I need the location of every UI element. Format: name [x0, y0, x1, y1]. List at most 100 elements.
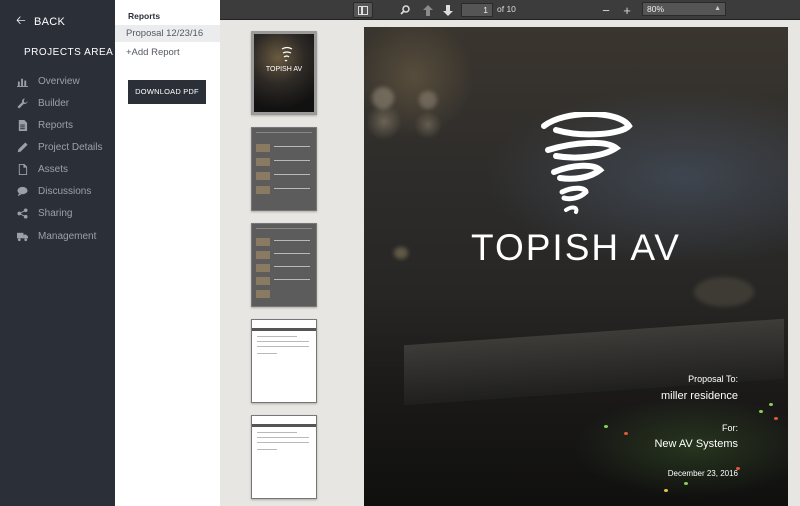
pdf-page-cover: TOPISH AV Proposal To: miller residence … — [364, 27, 788, 506]
back-button[interactable]: 🡠 BACK — [16, 11, 65, 32]
thumb-text-line — [257, 442, 309, 443]
thumb-header — [252, 424, 316, 427]
thumb-text-line — [257, 432, 297, 433]
report-item-proposal[interactable]: Proposal 12/23/16 — [115, 25, 220, 42]
truck-icon — [16, 230, 28, 242]
bokeh-light — [419, 91, 437, 109]
thumb-text-line — [274, 266, 310, 267]
thumb-text-line — [274, 174, 310, 175]
thumb-header — [256, 228, 312, 229]
add-report-link[interactable]: +Add Report — [126, 47, 180, 58]
nav-item-project-details[interactable]: Project Details — [16, 138, 102, 156]
page-thumbnail-3[interactable] — [251, 223, 317, 307]
nav-item-label: Sharing — [38, 207, 73, 219]
thumb-text-line — [274, 188, 310, 189]
pencil-icon — [16, 141, 28, 153]
console-led — [604, 425, 608, 428]
pdf-viewer: 1 of 10 − + 80% ▲ TOPISH AV TOPISH AV Pr… — [220, 0, 800, 506]
console-led — [624, 432, 628, 435]
zoom-select[interactable]: 80% ▲ — [642, 2, 726, 16]
plus-icon: + — [623, 2, 631, 18]
nav-item-label: Overview — [38, 75, 80, 87]
nav-item-discussions[interactable]: Discussions — [16, 182, 91, 200]
console-led — [759, 410, 763, 413]
document-icon — [16, 119, 28, 131]
thumb-text-line — [274, 253, 310, 254]
nav-item-label: Management — [38, 230, 97, 242]
tornado-logo-thumb-icon — [281, 46, 293, 62]
page-count-label: of 10 — [497, 4, 516, 14]
reports-panel: Reports Proposal 12/23/16 +Add Report DO… — [115, 0, 220, 506]
thumb-image — [256, 264, 270, 272]
nav-item-label: Assets — [38, 163, 69, 175]
console-led — [774, 417, 778, 420]
thumb-text-line — [274, 160, 310, 161]
nav-item-reports[interactable]: Reports — [16, 116, 73, 134]
next-page-button[interactable] — [441, 2, 455, 18]
sidebar-toggle-icon — [358, 5, 368, 15]
console-led — [736, 467, 740, 470]
thumb-text-line — [257, 346, 309, 347]
thumb-image — [256, 238, 270, 246]
page-number-input[interactable]: 1 — [461, 3, 493, 17]
chart-icon — [16, 75, 28, 87]
page-thumbnail-4[interactable] — [251, 319, 317, 403]
zoom-out-button[interactable]: − — [600, 2, 612, 18]
pdf-toolbar: 1 of 10 − + 80% ▲ — [220, 0, 800, 20]
thumb-text-line — [274, 279, 310, 280]
page-thumbnail-5[interactable] — [251, 415, 317, 499]
bokeh-light — [694, 277, 754, 307]
wrench-icon — [16, 97, 28, 109]
tornado-logo-icon — [541, 112, 633, 214]
thumb-image — [256, 144, 270, 152]
company-name: New AV Systems — [654, 438, 738, 450]
share-icon — [16, 207, 28, 219]
nav-item-management[interactable]: Management — [16, 227, 96, 245]
thumb-image — [256, 172, 270, 180]
thumb-image — [256, 277, 270, 285]
thumb-text-line — [257, 437, 309, 438]
toggle-sidebar-button[interactable] — [353, 2, 373, 18]
nav-item-label: Reports — [38, 119, 74, 131]
thumb-image — [256, 186, 270, 194]
search-button[interactable] — [398, 2, 412, 18]
nav-item-builder[interactable]: Builder — [16, 94, 69, 112]
arrow-down-icon — [443, 4, 453, 16]
search-icon — [400, 5, 410, 15]
proposal-to-label: Proposal To: — [688, 374, 738, 384]
page-thumbnail-1[interactable]: TOPISH AV — [251, 31, 317, 115]
client-name: miller residence — [660, 390, 738, 402]
download-pdf-button[interactable]: DOWNLOAD PDF — [128, 80, 206, 104]
console-led — [769, 403, 773, 406]
zoom-value: 80% — [647, 4, 665, 14]
thumb-image — [256, 290, 270, 298]
thumb-image — [256, 158, 270, 166]
select-caret-icon: ▲ — [714, 5, 721, 12]
nav-item-sharing[interactable]: Sharing — [16, 204, 72, 222]
zoom-in-button[interactable]: + — [621, 2, 633, 18]
thumb-text-line — [257, 336, 297, 337]
back-label: BACK — [34, 15, 66, 28]
nav-item-assets[interactable]: Assets — [16, 160, 68, 178]
nav-item-label: Discussions — [38, 185, 92, 197]
nav-item-label: Builder — [38, 97, 70, 109]
thumb-text-line — [274, 240, 310, 241]
nav-item-overview[interactable]: Overview — [16, 72, 80, 90]
thumb-text-line — [274, 146, 310, 147]
nav-item-label: Project Details — [38, 141, 103, 153]
page-thumbnail-2[interactable] — [251, 127, 317, 211]
thumb-image — [256, 251, 270, 259]
file-icon — [16, 163, 28, 175]
previous-page-button[interactable] — [421, 2, 435, 18]
proposal-date: December 23, 2016 — [667, 469, 738, 478]
reports-title: Reports — [128, 11, 161, 21]
bokeh-light — [372, 87, 394, 109]
thumb-text-line — [257, 341, 309, 342]
console-led — [684, 482, 688, 485]
minus-icon: − — [602, 2, 610, 18]
thumb-header — [256, 132, 312, 133]
for-label: For: — [721, 423, 738, 433]
project-sidebar: 🡠 BACK PROJECTS AREA Overview Builder Re… — [0, 0, 115, 506]
projects-area-title: PROJECTS AREA — [24, 47, 114, 58]
thumb-text-line — [257, 353, 277, 354]
